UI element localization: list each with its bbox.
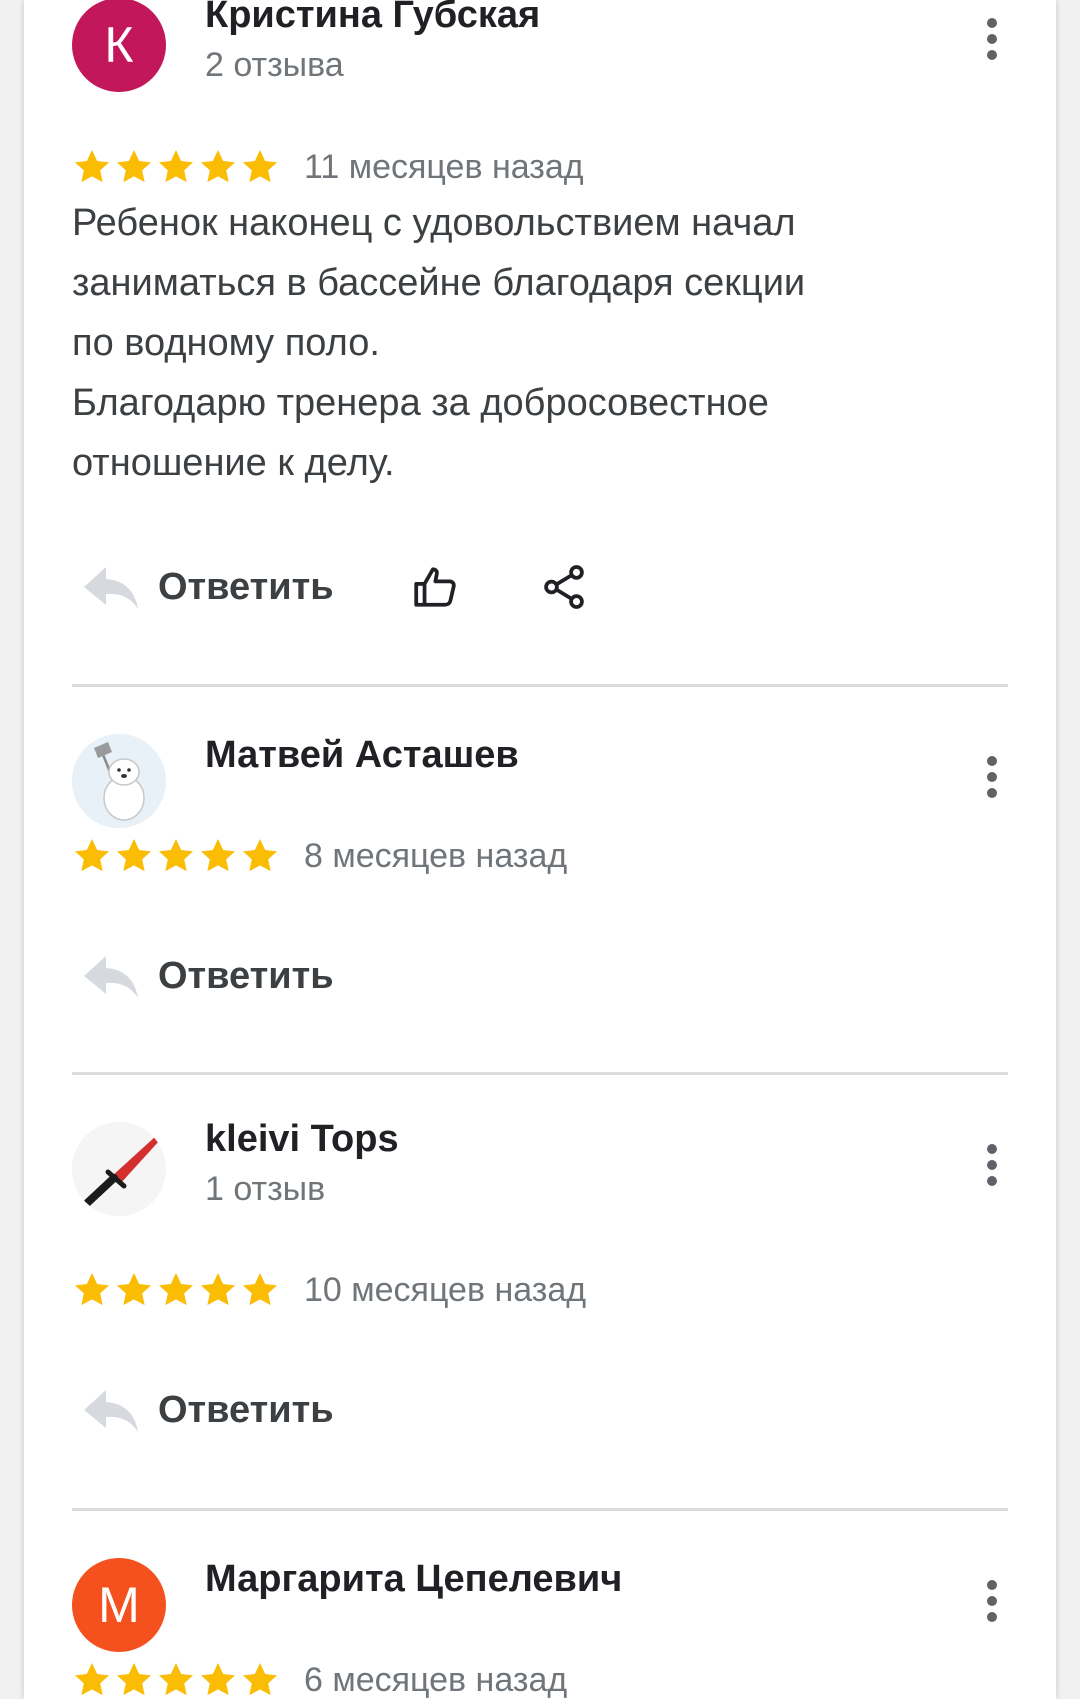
rating-row: 11 месяцев назад <box>72 145 584 189</box>
review-divider <box>72 1072 1008 1075</box>
rating-row: 8 месяцев назад <box>72 834 567 878</box>
star-rating <box>72 1270 280 1310</box>
star-icon <box>117 1663 151 1696</box>
star-rating <box>72 836 280 876</box>
rating-row: 6 месяцев назад <box>72 1658 567 1699</box>
more-dot-icon <box>987 18 997 28</box>
share-icon <box>543 565 584 609</box>
bear-avatar-icon <box>72 734 166 828</box>
review-date: 6 месяцев назад <box>304 1660 568 1699</box>
reviewer-name[interactable]: Маргарита Цепелевич <box>205 1558 622 1601</box>
star-icon <box>75 1273 109 1306</box>
more-dot-icon <box>987 1580 997 1590</box>
more-dot-icon <box>987 1612 997 1622</box>
star-icon <box>75 150 109 183</box>
like-button[interactable] <box>406 557 466 617</box>
avatar[interactable] <box>72 734 166 828</box>
avatar[interactable] <box>72 1122 166 1216</box>
star-icon <box>201 150 235 183</box>
review-actions: Ответить <box>80 1380 334 1440</box>
rating-row: 10 месяцев назад <box>72 1268 586 1312</box>
star-rating <box>72 1660 280 1699</box>
reply-icon <box>84 567 138 609</box>
reviewer-name[interactable]: kleivi Tops <box>205 1118 399 1161</box>
star-icon <box>201 839 235 872</box>
star-icon <box>243 839 277 872</box>
star-icon <box>201 1663 235 1696</box>
star-icon <box>75 839 109 872</box>
avatar-letter: М <box>98 1577 140 1633</box>
reply-icon <box>84 1390 138 1432</box>
reviewer-name[interactable]: Матвей Асташев <box>205 734 519 777</box>
star-icon <box>117 1273 151 1306</box>
star-icon <box>75 1663 109 1696</box>
more-options-button[interactable] <box>986 1580 998 1622</box>
reviewer-name[interactable]: Кристина Губская <box>205 0 540 37</box>
star-icon <box>117 839 151 872</box>
more-dot-icon <box>987 34 997 44</box>
star-icon <box>201 1273 235 1306</box>
review-date: 11 месяцев назад <box>304 147 584 186</box>
avatar-letter: К <box>104 17 134 73</box>
star-icon <box>117 150 151 183</box>
avatar[interactable]: К <box>72 0 166 92</box>
share-button[interactable] <box>534 557 594 617</box>
reviews-card: К Кристина Губская 2 отзыва 11 месяцев н… <box>24 0 1056 1699</box>
more-dot-icon <box>987 50 997 60</box>
more-dot-icon <box>987 1160 997 1170</box>
star-icon <box>243 1663 277 1696</box>
review-text: Ребенок наконец с удовольствием начал за… <box>72 202 806 484</box>
review-divider <box>72 684 1008 687</box>
thumbs-up-icon <box>413 567 456 607</box>
star-icon <box>243 1273 277 1306</box>
star-icon <box>159 1663 193 1696</box>
review-actions: Ответить <box>80 946 334 1006</box>
reply-button[interactable]: Ответить <box>80 952 334 1000</box>
star-icon <box>159 1273 193 1306</box>
more-options-button[interactable] <box>986 18 998 60</box>
more-dot-icon <box>987 1144 997 1154</box>
more-dot-icon <box>987 772 997 782</box>
review-date: 10 месяцев назад <box>304 1270 587 1309</box>
reviewer-review-count: 2 отзыва <box>205 46 344 84</box>
knife-avatar-icon <box>72 1122 166 1216</box>
more-dot-icon <box>987 1176 997 1186</box>
review-actions: Ответить <box>80 557 594 617</box>
reply-icon <box>84 956 138 998</box>
star-icon <box>159 839 193 872</box>
star-rating <box>72 147 280 187</box>
reply-button[interactable]: Ответить <box>80 1386 334 1434</box>
more-dot-icon <box>987 788 997 798</box>
reviewer-review-count: 1 отзыв <box>205 1170 326 1208</box>
star-icon <box>159 150 193 183</box>
star-icon <box>243 150 277 183</box>
more-dot-icon <box>987 756 997 766</box>
more-dot-icon <box>987 1596 997 1606</box>
reply-button[interactable]: Ответить <box>80 563 334 611</box>
more-options-button[interactable] <box>986 756 998 798</box>
reply-label: Ответить <box>158 565 334 608</box>
reply-label: Ответить <box>158 954 334 997</box>
reviews-page: К Кристина Губская 2 отзыва 11 месяцев н… <box>0 0 1080 1699</box>
review-date: 8 месяцев назад <box>304 836 568 875</box>
review-divider <box>72 1508 1008 1511</box>
more-options-button[interactable] <box>986 1144 998 1186</box>
reply-label: Ответить <box>158 1388 334 1431</box>
avatar[interactable]: М <box>72 1558 166 1652</box>
